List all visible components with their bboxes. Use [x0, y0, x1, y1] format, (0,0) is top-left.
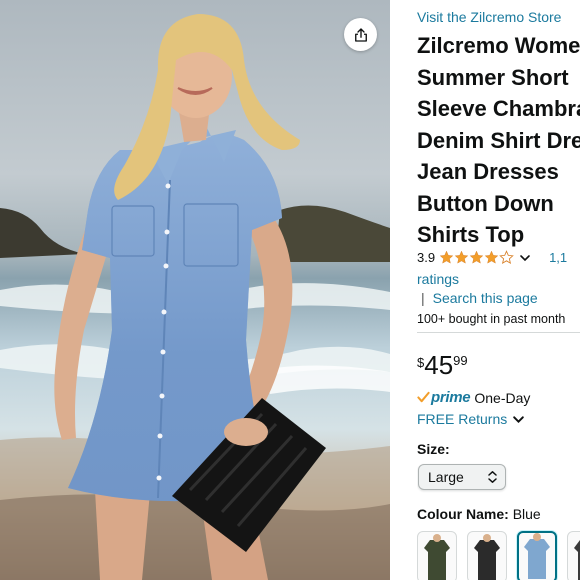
colour-swatch[interactable] [417, 531, 457, 580]
title-line: Summer Short [417, 64, 569, 90]
colour-row: Colour Name: Blue [417, 506, 541, 522]
chevron-down-icon [513, 415, 525, 423]
colour-swatch-selected[interactable] [517, 531, 557, 580]
star-full-icon [439, 250, 454, 264]
ratings-count-link[interactable]: 1,1 [549, 250, 567, 265]
product-details: Visit the Zilcremo Store Zilcremo Wome S… [417, 0, 580, 580]
star-full-icon [469, 250, 484, 264]
star-full-icon [454, 250, 469, 264]
price-whole: 45 [424, 350, 454, 380]
swatch-dress-image [574, 540, 580, 580]
price-fraction: 99 [453, 353, 468, 368]
delivery-speed: One-Day [474, 389, 531, 406]
up-down-chevron-icon [488, 471, 497, 483]
rating-row[interactable]: 3.9 1,1 [417, 250, 567, 265]
share-icon [354, 27, 367, 42]
star-rating [439, 250, 514, 265]
chevron-down-icon[interactable] [519, 252, 531, 264]
separator: | [421, 290, 425, 306]
free-returns-label: FREE Returns [417, 411, 508, 427]
price-symbol: $ [417, 355, 425, 370]
visit-store-link[interactable]: Visit the Zilcremo Store [417, 9, 561, 25]
title-line: Button Down [417, 190, 554, 216]
share-button[interactable] [344, 18, 377, 51]
title-line: Denim Shirt Dre [417, 127, 580, 153]
title-line: Shirts Top [417, 222, 525, 247]
star-empty-icon [499, 250, 514, 265]
model-photo [0, 14, 390, 580]
size-dropdown[interactable]: Large [418, 464, 506, 490]
product-title: Zilcremo Wome Summer Short Sleeve Chambr… [417, 30, 580, 251]
colour-swatches [417, 531, 580, 580]
size-selected-value: Large [428, 469, 464, 485]
title-line: Jean Dresses [417, 159, 559, 184]
search-row: | Search this page [417, 290, 538, 306]
ratings-label-link[interactable]: ratings [417, 271, 459, 287]
swatch-dress-image [474, 534, 500, 580]
colour-label: Colour Name: [417, 506, 509, 522]
swatch-dress-image [524, 533, 550, 579]
swatch-dress-image [424, 534, 450, 580]
star-full-icon [484, 250, 499, 264]
title-line: Zilcremo Wome [417, 33, 580, 58]
colour-selected-value: Blue [512, 506, 541, 522]
check-icon [417, 391, 430, 403]
title-line: Sleeve Chambra [417, 96, 580, 121]
search-this-page-link[interactable]: Search this page [433, 290, 538, 306]
size-label: Size: [417, 441, 450, 457]
rating-value: 3.9 [417, 250, 436, 265]
colour-swatch[interactable] [567, 531, 580, 580]
product-image[interactable] [0, 0, 390, 580]
price: $ 45 99 [417, 352, 468, 378]
prime-logo: prime [431, 389, 471, 406]
prime-delivery[interactable]: prime One-Day [417, 389, 530, 406]
bought-count: 100+ bought in past month [417, 312, 566, 326]
free-returns-link[interactable]: FREE Returns [417, 411, 525, 427]
colour-swatch[interactable] [467, 531, 507, 580]
divider [417, 332, 580, 333]
